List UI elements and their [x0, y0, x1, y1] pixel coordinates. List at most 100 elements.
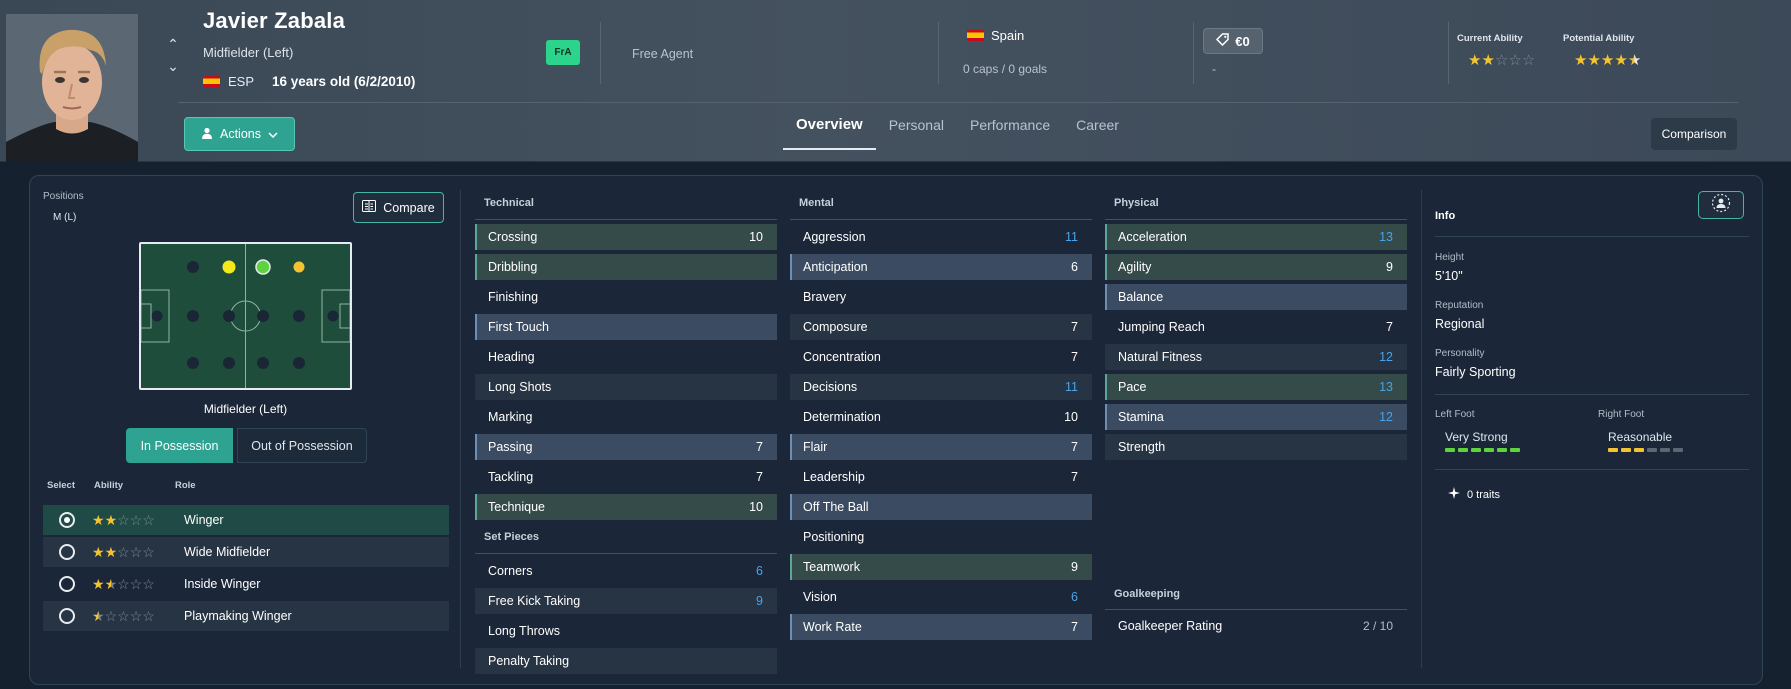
mental-title: Mental	[799, 197, 834, 209]
attribute-row[interactable]: Jumping Reach 7	[1105, 314, 1407, 340]
attribute-row[interactable]: Determination 10	[790, 404, 1092, 430]
role-radio[interactable]	[59, 512, 75, 528]
attribute-name: Heading	[488, 350, 535, 364]
attribute-name: Teamwork	[803, 560, 860, 574]
attribute-row[interactable]: Strength	[1105, 434, 1407, 460]
pitch-caption: Midfielder (Left)	[203, 402, 288, 416]
wage-value: -	[1212, 62, 1216, 76]
attribute-row[interactable]: Penalty Taking	[475, 648, 777, 674]
attribute-value: 7	[1071, 470, 1078, 484]
attribute-row[interactable]: First Touch	[475, 314, 777, 340]
attribute-row[interactable]: Agility 9	[1105, 254, 1407, 280]
attribute-name: Work Rate	[803, 620, 862, 634]
foot-bar-segment	[1608, 448, 1618, 452]
attribute-row[interactable]: Anticipation 6	[790, 254, 1092, 280]
attribute-row[interactable]: Off The Ball	[790, 494, 1092, 520]
attribute-name: Aggression	[803, 230, 866, 244]
attribute-name: Dribbling	[488, 260, 538, 274]
nation[interactable]: Spain	[967, 28, 1024, 43]
free-agent-badge: FrA	[546, 40, 580, 65]
attribute-name: Flair	[803, 440, 828, 454]
role-name: Inside Winger	[184, 577, 261, 591]
tab-overview[interactable]: Overview	[783, 104, 876, 150]
compare-icon	[362, 200, 377, 215]
attribute-row[interactable]: Free Kick Taking 9	[475, 588, 777, 614]
attribute-row[interactable]: Natural Fitness 12	[1105, 344, 1407, 370]
role-row[interactable]: ★★☆☆☆ Wide Midfielder	[43, 537, 449, 567]
foot-bar-segment	[1673, 448, 1683, 452]
attribute-value: 6	[756, 564, 763, 578]
actions-button[interactable]: Actions	[184, 117, 295, 151]
tab-personal[interactable]: Personal	[876, 104, 957, 150]
transfer-value-amount: €0	[1235, 33, 1250, 49]
role-radio[interactable]	[59, 576, 75, 592]
attribute-row[interactable]: Positioning	[790, 524, 1092, 550]
attribute-row[interactable]: Aggression 11	[790, 224, 1092, 250]
attribute-row[interactable]: Work Rate 7	[790, 614, 1092, 640]
attribute-row[interactable]: Leadership 7	[790, 464, 1092, 490]
attribute-row[interactable]: Tackling 7	[475, 464, 777, 490]
attribute-row[interactable]: Composure 7	[790, 314, 1092, 340]
attribute-row[interactable]: Acceleration 13	[1105, 224, 1407, 250]
compare-button[interactable]: Compare	[353, 192, 444, 223]
attribute-row[interactable]: Vision 6	[790, 584, 1092, 610]
role-radio[interactable]	[59, 544, 75, 560]
attribute-row[interactable]: Technique 10	[475, 494, 777, 520]
attribute-name: Natural Fitness	[1118, 350, 1203, 364]
attribute-row[interactable]: Dribbling	[475, 254, 777, 280]
attribute-name: Free Kick Taking	[488, 594, 581, 608]
attribute-row[interactable]: Passing 7	[475, 434, 777, 460]
tab-performance[interactable]: Performance	[957, 104, 1063, 150]
attribute-value: 7	[1071, 440, 1078, 454]
previous-player-icon[interactable]: ⌃	[164, 36, 182, 58]
traits[interactable]: 0 traits	[1448, 487, 1500, 502]
foot-bar-segment	[1471, 448, 1481, 452]
role-row[interactable]: ★★☆☆☆ Winger	[43, 505, 449, 535]
attribute-value: 10	[1064, 410, 1078, 424]
attribute-row[interactable]: Marking	[475, 404, 777, 430]
attribute-row[interactable]: Concentration 7	[790, 344, 1092, 370]
attribute-name: Corners	[488, 564, 533, 578]
set-pieces-title: Set Pieces	[484, 531, 540, 543]
caps-goals: 0 caps / 0 goals	[963, 62, 1048, 76]
right-foot-label: Right Foot	[1598, 409, 1645, 420]
attribute-row[interactable]: Corners 6	[475, 558, 777, 584]
attribute-row[interactable]: Decisions 11	[790, 374, 1092, 400]
attribute-row[interactable]: Long Throws	[475, 618, 777, 644]
profile-tabs: Overview Personal Performance Career	[783, 104, 1132, 150]
physical-title: Physical	[1114, 197, 1159, 209]
attribute-row[interactable]: Bravery	[790, 284, 1092, 310]
role-name: Winger	[184, 513, 224, 527]
attribute-value: 11	[1065, 380, 1078, 394]
out-of-possession-toggle[interactable]: Out of Possession	[237, 428, 367, 463]
attribute-row[interactable]: Teamwork 9	[790, 554, 1092, 580]
comparison-button[interactable]: Comparison	[1651, 118, 1737, 150]
staff-report-button[interactable]	[1698, 191, 1744, 219]
attribute-row[interactable]: Pace 13	[1105, 374, 1407, 400]
player-position: Midfielder (Left)	[203, 45, 294, 60]
traits-count: 0 traits	[1467, 488, 1501, 501]
attribute-value: 10	[749, 500, 763, 514]
attribute-row[interactable]: Heading	[475, 344, 777, 370]
foot-bar-segment	[1497, 448, 1507, 452]
foot-bar-segment	[1647, 448, 1657, 452]
attribute-row[interactable]: Long Shots	[475, 374, 777, 400]
attribute-row[interactable]: Stamina 12	[1105, 404, 1407, 430]
goalkeeper-rating-label: Goalkeeper Rating	[1118, 619, 1223, 633]
divider	[938, 22, 939, 84]
attribute-row[interactable]: Crossing 10	[475, 224, 777, 250]
role-ability-stars: ★★☆☆☆	[92, 575, 155, 592]
in-possession-toggle[interactable]: In Possession	[126, 428, 233, 463]
next-player-icon[interactable]: ⌄	[164, 58, 182, 80]
goalkeeper-rating-row[interactable]: Goalkeeper Rating 2 / 10	[1105, 613, 1407, 639]
attribute-value: 7	[1071, 350, 1078, 364]
attribute-row[interactable]: Finishing	[475, 284, 777, 310]
role-row[interactable]: ★★☆☆☆ Inside Winger	[43, 569, 449, 599]
attribute-row[interactable]: Flair 7	[790, 434, 1092, 460]
tab-career[interactable]: Career	[1063, 104, 1132, 150]
personality-label: Personality	[1435, 348, 1485, 359]
attribute-row[interactable]: Balance	[1105, 284, 1407, 310]
role-row[interactable]: ★☆☆☆☆ Playmaking Winger	[43, 601, 449, 631]
role-radio[interactable]	[59, 608, 75, 624]
foot-bar-segment	[1458, 448, 1468, 452]
